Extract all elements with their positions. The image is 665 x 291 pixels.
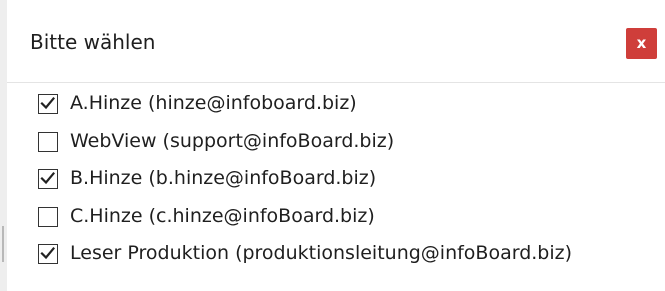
checkbox-a-hinze[interactable] xyxy=(38,94,58,114)
checkbox-c-hinze[interactable] xyxy=(38,206,58,227)
checkbox-b-hinze[interactable] xyxy=(38,169,58,189)
screen: Bitte wählen x A.Hinze (hinze@infoboard.… xyxy=(0,0,665,291)
recipient-label: Leser Produktion (produktionsleitung@inf… xyxy=(70,242,573,264)
checkbox-webview[interactable] xyxy=(38,131,58,152)
recipient-list: A.Hinze (hinze@infoboard.biz) WebView (s… xyxy=(38,88,658,276)
background-window-marker xyxy=(2,226,4,262)
recipient-option-b-hinze[interactable]: B.Hinze (b.hinze@infoBoard.biz) xyxy=(38,163,658,201)
selection-dialog: Bitte wählen x A.Hinze (hinze@infoboard.… xyxy=(7,0,665,291)
dialog-title: Bitte wählen xyxy=(30,30,156,54)
recipient-option-a-hinze[interactable]: A.Hinze (hinze@infoboard.biz) xyxy=(38,88,658,126)
recipient-label: A.Hinze (hinze@infoboard.biz) xyxy=(70,92,357,114)
recipient-option-c-hinze[interactable]: C.Hinze (c.hinze@infoBoard.biz) xyxy=(38,201,658,239)
checkmark-icon xyxy=(40,96,55,110)
recipient-label: WebView (support@infoBoard.biz) xyxy=(70,129,395,152)
recipient-option-webview[interactable]: WebView (support@infoBoard.biz) xyxy=(38,126,658,164)
recipient-label: B.Hinze (b.hinze@infoBoard.biz) xyxy=(70,167,377,189)
recipient-option-leser-produktion[interactable]: Leser Produktion (produktionsleitung@inf… xyxy=(38,238,658,276)
dialog-header: Bitte wählen x xyxy=(7,0,665,83)
checkmark-icon xyxy=(40,246,55,260)
checkmark-icon xyxy=(40,171,55,185)
close-button[interactable]: x xyxy=(626,28,657,59)
recipient-label: C.Hinze (c.hinze@infoBoard.biz) xyxy=(70,204,375,227)
checkbox-leser-produktion[interactable] xyxy=(38,244,58,264)
